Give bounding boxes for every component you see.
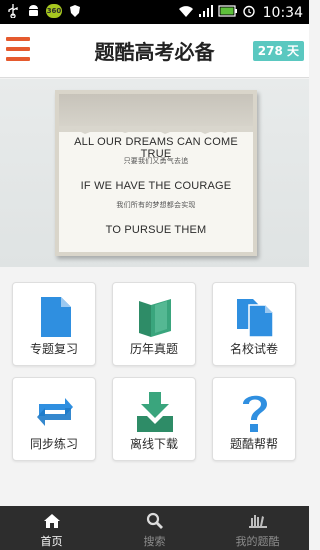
document-icon xyxy=(41,297,71,337)
search-icon xyxy=(146,512,163,529)
tile-label: 离线下载 xyxy=(129,437,178,451)
home-icon xyxy=(43,514,60,528)
alarm-icon xyxy=(242,3,256,22)
motto-banner[interactable]: ALL OUR DREAMS CAN COME TRUE 只要我们又勇气去追 I… xyxy=(0,79,309,267)
battery-icon xyxy=(218,3,238,22)
motto-line-2: IF WE HAVE THE COURAGE xyxy=(80,180,232,192)
wifi-icon xyxy=(178,3,194,22)
book-icon xyxy=(139,299,171,337)
tile-past-exams[interactable]: 历年真题 xyxy=(112,282,196,366)
tile-label: 历年真题 xyxy=(129,342,178,356)
nav-home[interactable]: 首页 xyxy=(0,506,103,550)
tile-label: 名校试卷 xyxy=(229,342,278,356)
question-icon xyxy=(243,395,267,432)
tile-famous-school-papers[interactable]: 名校试卷 xyxy=(212,282,296,366)
download-icon xyxy=(137,392,173,432)
nav-label: 首页 xyxy=(40,535,63,548)
shield-icon xyxy=(68,3,82,19)
status-bar: 360 10:34 xyxy=(0,0,309,24)
android-debug-icon xyxy=(26,3,40,19)
app-header: 题酷高考必备 278 天 xyxy=(0,24,309,78)
bean-icon: 360 xyxy=(46,4,62,18)
motto-line-3: TO PURSUE THEM xyxy=(105,224,207,236)
nav-search[interactable]: 搜索 xyxy=(103,506,206,550)
motto-line-2-cn: 我们所有的梦想都会实现 xyxy=(116,202,196,209)
motto-line-1-cn: 只要我们又勇气去追 xyxy=(123,158,189,165)
usb-icon xyxy=(6,3,20,19)
sync-icon xyxy=(37,398,73,426)
tile-sync-practice[interactable]: 同步练习 xyxy=(12,377,96,461)
torn-edge xyxy=(59,126,253,134)
motto-board: ALL OUR DREAMS CAN COME TRUE 只要我们又勇气去追 I… xyxy=(55,90,257,256)
bookshelf-icon xyxy=(248,515,267,528)
tile-offline-download[interactable]: 离线下载 xyxy=(112,377,196,461)
days-countdown-badge: 278 天 xyxy=(252,41,304,61)
nav-label: 我的题酷 xyxy=(235,535,280,548)
signal-icon xyxy=(198,3,214,22)
bottom-nav: 首页 搜索 我的题酷 xyxy=(0,506,309,550)
tile-label: 同步练习 xyxy=(29,437,78,451)
papers-icon xyxy=(237,299,274,338)
tile-help[interactable]: 题酷帮帮 xyxy=(212,377,296,461)
tile-label: 专题复习 xyxy=(29,342,78,356)
status-time: 10:34 xyxy=(262,4,303,21)
nav-label: 搜索 xyxy=(143,535,166,548)
nav-my-tiku[interactable]: 我的题酷 xyxy=(206,506,309,550)
tile-topic-review[interactable]: 专题复习 xyxy=(12,282,96,366)
tile-label: 题酷帮帮 xyxy=(229,437,278,451)
